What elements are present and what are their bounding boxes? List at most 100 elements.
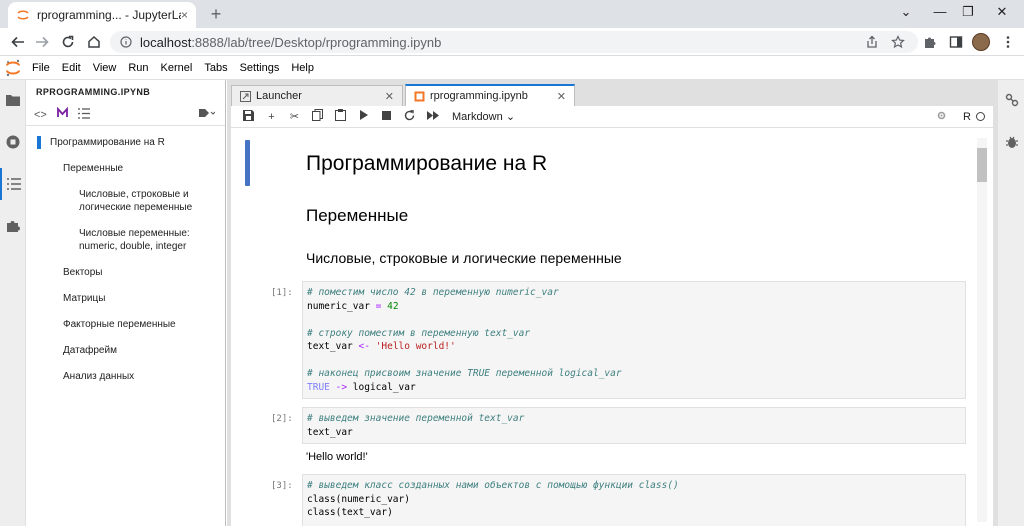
code-cell[interactable]: # выведем класс созданных нами объектов … [302, 474, 966, 526]
side-panel-icon[interactable] [946, 32, 966, 52]
toc-item[interactable]: Векторы [26, 266, 225, 279]
active-cell-indicator [245, 140, 250, 186]
close-icon[interactable]: ✕ [557, 90, 566, 103]
scrollbar-thumb[interactable] [977, 148, 987, 182]
code-line: class(numeric_var) [307, 493, 961, 507]
close-window-icon[interactable]: ✕ [992, 4, 1012, 20]
forward-icon[interactable] [32, 32, 52, 52]
debugger-bug-icon[interactable] [998, 126, 1024, 158]
toc-item[interactable]: Анализ данных [26, 370, 225, 383]
code-token: class(numeric_var) [307, 493, 410, 505]
code-token: text_var [307, 426, 353, 438]
restore-icon[interactable]: ❐ [958, 4, 978, 20]
share-icon[interactable] [862, 32, 882, 52]
chevron-down-icon: ⌄ [505, 111, 516, 123]
save-icon[interactable] [237, 109, 260, 124]
kernel-settings-icon[interactable] [936, 110, 947, 124]
toc-item[interactable]: Датафрейм [26, 344, 225, 357]
close-tab-icon[interactable]: × [181, 8, 188, 22]
code-token: class(text_var) [307, 507, 393, 518]
right-sidebar [997, 80, 1024, 526]
code-token: # наконец присвоим значение TRUE перемен… [307, 368, 622, 379]
url-text: localhost:8888/lab/tree/Desktop/rprogram… [140, 34, 442, 50]
tab-label: rprogramming.ipynb [430, 90, 528, 102]
launcher-icon [240, 90, 251, 102]
menu-run[interactable]: Run [122, 62, 154, 74]
bookmark-star-icon[interactable] [888, 32, 908, 52]
minimize-icon[interactable]: — [930, 4, 950, 19]
toc-title: RPROGRAMMING.IPYNB [36, 87, 151, 97]
home-icon[interactable] [84, 32, 104, 52]
code-token: 'Hello world!' [375, 341, 456, 352]
cut-icon[interactable]: ✂ [283, 110, 306, 123]
toc-numbering-icon[interactable] [77, 107, 90, 122]
copy-icon[interactable] [306, 109, 329, 124]
menu-tabs[interactable]: Tabs [198, 62, 233, 74]
chrome-menu-icon[interactable] [998, 32, 1018, 52]
code-line: text_var <- 'Hello world!' [307, 340, 961, 354]
cell-prompt: [3]: [271, 481, 293, 491]
site-info-icon[interactable] [120, 36, 132, 48]
code-token: 42 [387, 300, 399, 312]
folder-icon[interactable] [0, 84, 26, 116]
code-cell[interactable]: # поместим число 42 в переменную numeric… [302, 281, 966, 399]
property-inspector-icon[interactable] [998, 84, 1024, 116]
paste-icon[interactable] [329, 109, 352, 124]
jupyter-favicon-icon [17, 10, 29, 20]
toc-item[interactable]: Программирование на R [26, 136, 225, 149]
code-line: numeric_var = 42 [307, 300, 961, 314]
stop-icon[interactable] [375, 110, 398, 123]
tab-launcher[interactable]: Launcher ✕ [231, 85, 403, 106]
toc-item[interactable]: Переменные [26, 162, 225, 175]
new-tab-button[interactable]: + [206, 2, 226, 26]
code-line: # поместим число 42 в переменную numeric… [307, 286, 961, 300]
menu-help[interactable]: Help [285, 62, 320, 74]
close-icon[interactable]: ✕ [385, 90, 394, 103]
toc-markdown-toggle-icon[interactable] [56, 106, 68, 122]
code-line: class(text_var) [307, 506, 961, 520]
tag-filter-icon[interactable] [199, 108, 216, 121]
browser-tab-strip: rprogramming... - JupyterLab × + ⌄ — ❐ ✕ [0, 0, 1024, 28]
add-cell-icon[interactable]: + [260, 111, 283, 123]
jupyter-menubar: File Edit View Run Kernel Tabs Settings … [0, 56, 1024, 80]
toc-item[interactable]: Числовые переменные: numeric, double, in… [26, 227, 225, 253]
restart-icon[interactable] [398, 109, 421, 124]
toc-item[interactable]: Матрицы [26, 292, 225, 305]
extension-manager-icon[interactable] [0, 210, 26, 242]
code-token: # строку поместим в переменную text_var [307, 327, 531, 339]
menu-settings[interactable]: Settings [234, 62, 286, 74]
table-of-contents-icon[interactable] [0, 168, 26, 200]
run-icon[interactable] [352, 110, 375, 123]
main-dock-area: Launcher ✕ rprogramming.ipynb ✕ + ✂ Mark… [227, 80, 997, 526]
fast-forward-icon[interactable] [421, 110, 444, 123]
menu-file[interactable]: File [26, 62, 56, 74]
toc-code-toggle-icon[interactable]: <> [34, 109, 47, 121]
tab-search-icon[interactable]: ⌄ [896, 4, 916, 20]
back-icon[interactable] [8, 32, 28, 52]
code-cell[interactable]: # выведем значение переменной text_var te… [302, 407, 966, 444]
notebook-scrollbar[interactable] [977, 138, 987, 522]
toc-toolbar: <> [26, 104, 225, 126]
toc-item[interactable]: Факторные переменные [26, 318, 225, 331]
tab-notebook[interactable]: rprogramming.ipynb ✕ [405, 84, 575, 106]
menu-edit[interactable]: Edit [56, 62, 87, 74]
code-token: # выведем класс созданных нами объектов … [307, 480, 679, 491]
extensions-puzzle-icon[interactable] [920, 32, 940, 52]
cell-prompt: [2]: [271, 414, 293, 424]
reload-icon[interactable] [58, 32, 78, 52]
running-kernels-icon[interactable] [0, 126, 26, 158]
code-line: # выведем значение переменной text_var [307, 412, 961, 426]
menu-kernel[interactable]: Kernel [155, 62, 199, 74]
code-line: # выведем класс созданных нами объектов … [307, 479, 961, 493]
profile-avatar[interactable] [972, 33, 990, 51]
address-bar[interactable]: localhost:8888/lab/tree/Desktop/rprogram… [110, 31, 918, 53]
toc-item[interactable]: Числовые, строковые и логические перемен… [26, 188, 225, 214]
kernel-name[interactable]: R [963, 111, 971, 123]
heading-h1: Программирование на R [306, 152, 548, 175]
code-line: # строку поместим в переменную text_var [307, 327, 961, 341]
menu-view[interactable]: View [87, 62, 123, 74]
browser-tab[interactable]: rprogramming... - JupyterLab × [8, 2, 196, 28]
cell-type-dropdown[interactable]: Markdown ⌄ [452, 110, 515, 123]
